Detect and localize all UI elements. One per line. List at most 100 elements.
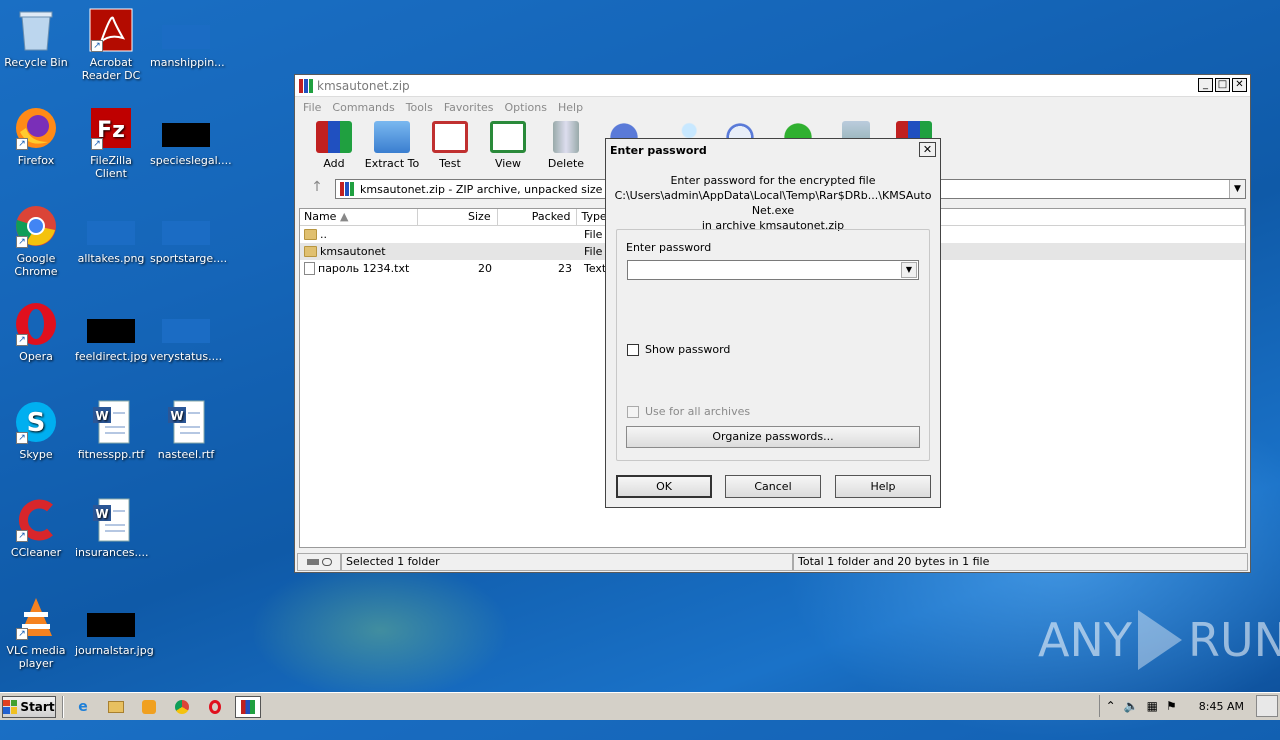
- desktop-icon-vlc[interactable]: ↗ VLC media player: [0, 596, 72, 670]
- maximize-button[interactable]: □: [1215, 78, 1230, 92]
- acrobat-reader-icon: ↗: [87, 8, 135, 52]
- firefox-icon: ↗: [12, 106, 60, 150]
- desktop-icon-insurances[interactable]: W insurances....: [75, 498, 149, 559]
- desktop-icon-sportstarge[interactable]: sportstarge....: [150, 204, 227, 265]
- desktop-icon-skype[interactable]: S ↗ Skype: [0, 400, 72, 461]
- add-button[interactable]: Add: [305, 121, 363, 170]
- skype-icon: S ↗: [12, 400, 60, 444]
- media-player-icon[interactable]: [136, 696, 162, 718]
- address-text: kmsautonet.zip - ZIP archive, unpacked s…: [360, 182, 624, 196]
- filezilla-icon: Fz ↗: [87, 106, 135, 150]
- folder-icon: [304, 229, 317, 240]
- checkbox-box[interactable]: [627, 343, 639, 356]
- desktop-icon-acrobat[interactable]: ↗ Acrobat Reader DC: [75, 8, 147, 82]
- desktop-icon-ccleaner[interactable]: ↗ CCleaner: [0, 498, 72, 559]
- password-dialog: Enter password ✕ Enter password for the …: [605, 138, 941, 508]
- status-total: Total 1 folder and 20 bytes in 1 file: [793, 553, 1248, 571]
- menu-bar: File Commands Tools Favorites Options He…: [295, 97, 1250, 117]
- taskbar: Start e ⌃ 🔈 ▦ ⚑ 8:45 AM: [0, 692, 1280, 720]
- use-for-all-label: Use for all archives: [645, 405, 751, 418]
- menu-favorites[interactable]: Favorites: [444, 101, 494, 114]
- desktop-icon-recycle-bin[interactable]: Recycle Bin: [0, 8, 72, 69]
- svg-text:S: S: [27, 408, 46, 438]
- menu-commands[interactable]: Commands: [332, 101, 394, 114]
- desktop-icon-specieslegal[interactable]: specieslegal....: [150, 106, 232, 167]
- ccleaner-icon: ↗: [12, 498, 60, 542]
- organize-passwords-button[interactable]: Organize passwords...: [626, 426, 920, 448]
- taskbar-separator: [62, 695, 64, 718]
- desktop-icon-feeldirect[interactable]: feeldirect.jpg: [75, 302, 147, 363]
- close-button[interactable]: ✕: [1232, 78, 1247, 92]
- winrar-titlebar[interactable]: kmsautonet.zip _ □ ✕: [295, 75, 1250, 97]
- row-name: пароль 1234.txt: [318, 261, 410, 275]
- view-button[interactable]: View: [479, 121, 537, 170]
- start-button[interactable]: Start: [2, 695, 56, 718]
- chevron-down-icon[interactable]: ▼: [1229, 180, 1245, 198]
- desktop-icon-chrome[interactable]: ↗ Google Chrome: [0, 204, 72, 278]
- column-header-packed[interactable]: Packed: [498, 209, 578, 225]
- test-button[interactable]: Test: [421, 121, 479, 170]
- dialog-close-button[interactable]: ✕: [919, 142, 936, 157]
- desktop-icon-label: Google Chrome: [14, 252, 58, 278]
- dialog-title[interactable]: Enter password: [606, 139, 940, 161]
- chevron-down-icon[interactable]: ▼: [901, 262, 917, 278]
- desktop-icon-opera[interactable]: ↗ Opera: [0, 302, 72, 363]
- desktop-icon-label: Firefox: [17, 154, 55, 167]
- clock[interactable]: 8:45 AM: [1199, 700, 1244, 713]
- minimize-button[interactable]: _: [1198, 78, 1213, 92]
- delete-button[interactable]: Delete: [537, 121, 595, 170]
- tray-expand-icon[interactable]: ⌃: [1106, 699, 1116, 713]
- show-password-checkbox[interactable]: Show password: [627, 343, 730, 356]
- start-label: Start: [20, 699, 55, 714]
- winrar-icon: [241, 699, 255, 714]
- desktop-icon-verystatus[interactable]: verystatus....: [150, 302, 222, 363]
- desktop-icon-filezilla[interactable]: Fz ↗ FileZilla Client: [75, 106, 147, 180]
- file-explorer-icon[interactable]: [103, 696, 129, 718]
- word-doc-icon: W: [162, 400, 210, 444]
- cancel-button[interactable]: Cancel: [725, 475, 821, 498]
- checkbox-box[interactable]: [627, 405, 639, 418]
- extract-to-button[interactable]: Extract To: [363, 121, 421, 170]
- help-button[interactable]: Help: [835, 475, 931, 498]
- key-icon[interactable]: [321, 558, 332, 566]
- add-icon: [316, 121, 352, 153]
- internet-explorer-icon[interactable]: e: [70, 696, 96, 718]
- action-center-flag-icon[interactable]: ⚑: [1166, 699, 1177, 713]
- status-icons: [297, 553, 341, 571]
- desktop-icon-label: CCleaner: [10, 546, 62, 559]
- menu-tools[interactable]: Tools: [406, 101, 433, 114]
- winrar-app-icon: [299, 78, 313, 93]
- desktop-icon-firefox[interactable]: ↗ Firefox: [0, 106, 72, 167]
- use-for-all-archives-checkbox[interactable]: Use for all archives: [627, 405, 750, 418]
- drive-icon[interactable]: [306, 559, 319, 565]
- archive-icon: [340, 182, 354, 196]
- volume-icon[interactable]: 🔈: [1124, 699, 1139, 713]
- menu-help[interactable]: Help: [558, 101, 583, 114]
- opera-icon[interactable]: [202, 696, 228, 718]
- winrar-taskbar-button[interactable]: [235, 695, 261, 718]
- column-header-size[interactable]: Size: [418, 209, 498, 225]
- recycle-bin-icon: [12, 8, 60, 52]
- desktop-icon-label: verystatus....: [150, 350, 223, 363]
- desktop-icon-fitnesspp[interactable]: W fitnesspp.rtf: [75, 400, 147, 461]
- chrome-icon[interactable]: [169, 696, 195, 718]
- desktop-icon-journalstar[interactable]: journalstar.jpg: [75, 596, 154, 657]
- word-doc-icon: W: [87, 498, 135, 542]
- desktop-icon-label: Opera: [19, 350, 53, 363]
- password-group: Enter password ▼ Show password Use for a…: [616, 229, 930, 461]
- network-icon[interactable]: ▦: [1147, 699, 1158, 713]
- desktop-icon-alltakes[interactable]: alltakes.png: [75, 204, 147, 265]
- password-input[interactable]: ▼: [627, 260, 919, 280]
- chrome-icon: ↗: [12, 204, 60, 248]
- file-icon: [162, 302, 210, 346]
- ok-button[interactable]: OK: [616, 475, 712, 498]
- show-desktop-button[interactable]: [1256, 695, 1278, 717]
- image-file-icon: [87, 596, 135, 640]
- column-header-name[interactable]: Name ▲: [300, 209, 418, 225]
- up-arrow-icon[interactable]: ↑: [299, 179, 335, 199]
- menu-options[interactable]: Options: [505, 101, 547, 114]
- desktop-icon-nasteel[interactable]: W nasteel.rtf: [150, 400, 222, 461]
- desktop-icon-manshippin[interactable]: manshippin...: [150, 8, 225, 69]
- window-title: kmsautonet.zip: [317, 78, 410, 93]
- menu-file[interactable]: File: [303, 101, 321, 114]
